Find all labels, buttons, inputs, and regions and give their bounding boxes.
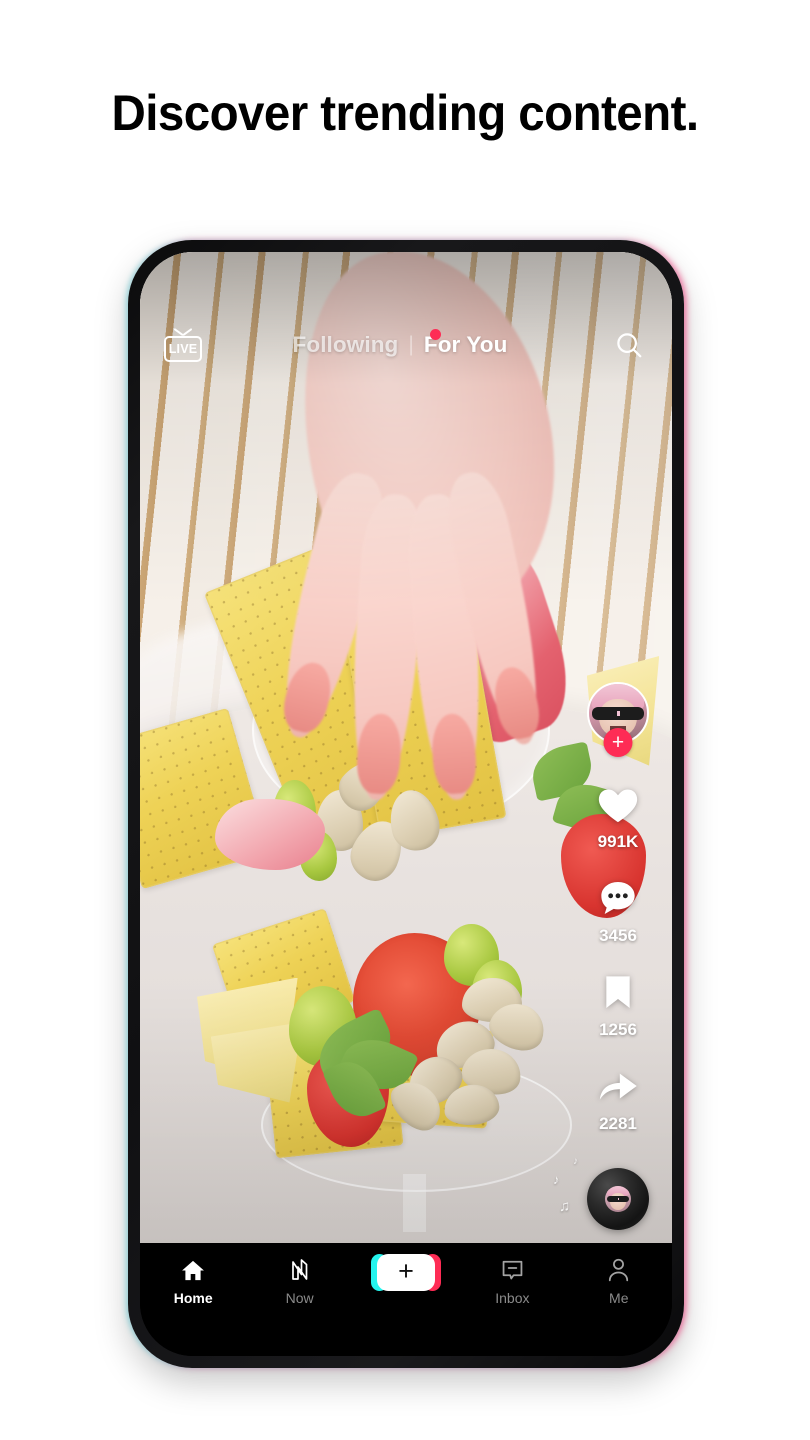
live-label: LIVE — [168, 342, 198, 356]
tab-home-label: Home — [173, 1290, 213, 1306]
now-icon — [288, 1255, 312, 1285]
create-button[interactable]: + — [370, 1254, 441, 1291]
live-tv-icon: LIVE — [164, 328, 202, 362]
inbox-icon — [500, 1255, 525, 1285]
following-badge-dot — [430, 329, 442, 340]
search-button[interactable] — [608, 324, 650, 366]
tab-inbox-label: Inbox — [495, 1290, 530, 1306]
tab-now[interactable]: Now — [246, 1255, 352, 1306]
tab-me-label: Me — [609, 1290, 629, 1306]
like-count: 991K — [597, 832, 639, 851]
follow-button[interactable]: + — [603, 728, 633, 757]
share-action[interactable]: 2281 — [593, 1062, 643, 1134]
bottom-tab-bar: Home Now + Inbox Me — [140, 1243, 672, 1356]
tab-me[interactable]: Me — [566, 1255, 672, 1306]
comment-action[interactable]: 3456 — [593, 874, 643, 946]
video-cup-main — [188, 790, 646, 1237]
music-note-icon: ♫ — [559, 1198, 571, 1215]
comment-count: 3456 — [599, 926, 637, 945]
phone-mockup: LIVE Following | For You + 991K 3456 125… — [120, 232, 692, 1376]
music-note-icon: ♪ — [573, 1156, 578, 1167]
phone-screen: LIVE Following | For You + 991K 3456 125… — [140, 252, 672, 1356]
share-icon[interactable] — [593, 1062, 643, 1110]
tab-now-label: Now — [285, 1290, 314, 1306]
bookmark-icon[interactable] — [593, 968, 643, 1016]
share-count: 2281 — [599, 1114, 637, 1133]
top-navigation: LIVE Following | For You — [140, 324, 672, 366]
music-cover-art — [605, 1186, 631, 1212]
tab-create[interactable]: + — [353, 1254, 459, 1296]
heart-icon[interactable] — [593, 780, 643, 828]
tab-following[interactable]: Following — [293, 332, 399, 358]
comment-icon[interactable] — [593, 874, 643, 922]
action-rail: + 991K 3456 1256 2281 ♪ ♫ ♪ — [553, 682, 655, 1230]
like-action[interactable]: 991K — [593, 780, 643, 852]
feed-tabs: Following | For You — [293, 329, 508, 358]
create-plus-icon: + — [398, 1256, 414, 1286]
music-disc[interactable] — [587, 1168, 649, 1230]
tab-separator: | — [408, 333, 414, 356]
video-glass-stem — [402, 1174, 426, 1233]
video-ham — [215, 798, 326, 871]
tab-home[interactable]: Home — [140, 1255, 246, 1306]
creator-avatar-wrap[interactable]: + — [587, 682, 649, 757]
music-disc-wrap[interactable]: ♪ ♫ ♪ — [553, 1156, 649, 1230]
live-button[interactable]: LIVE — [162, 324, 204, 366]
home-icon — [180, 1255, 206, 1285]
music-note-icon: ♪ — [553, 1172, 560, 1187]
tab-inbox[interactable]: Inbox — [459, 1255, 565, 1306]
page-title: Discover trending content. — [111, 85, 700, 141]
profile-icon — [606, 1255, 631, 1285]
search-icon — [617, 333, 642, 358]
bookmark-action[interactable]: 1256 — [593, 968, 643, 1040]
bookmark-count: 1256 — [599, 1020, 637, 1039]
